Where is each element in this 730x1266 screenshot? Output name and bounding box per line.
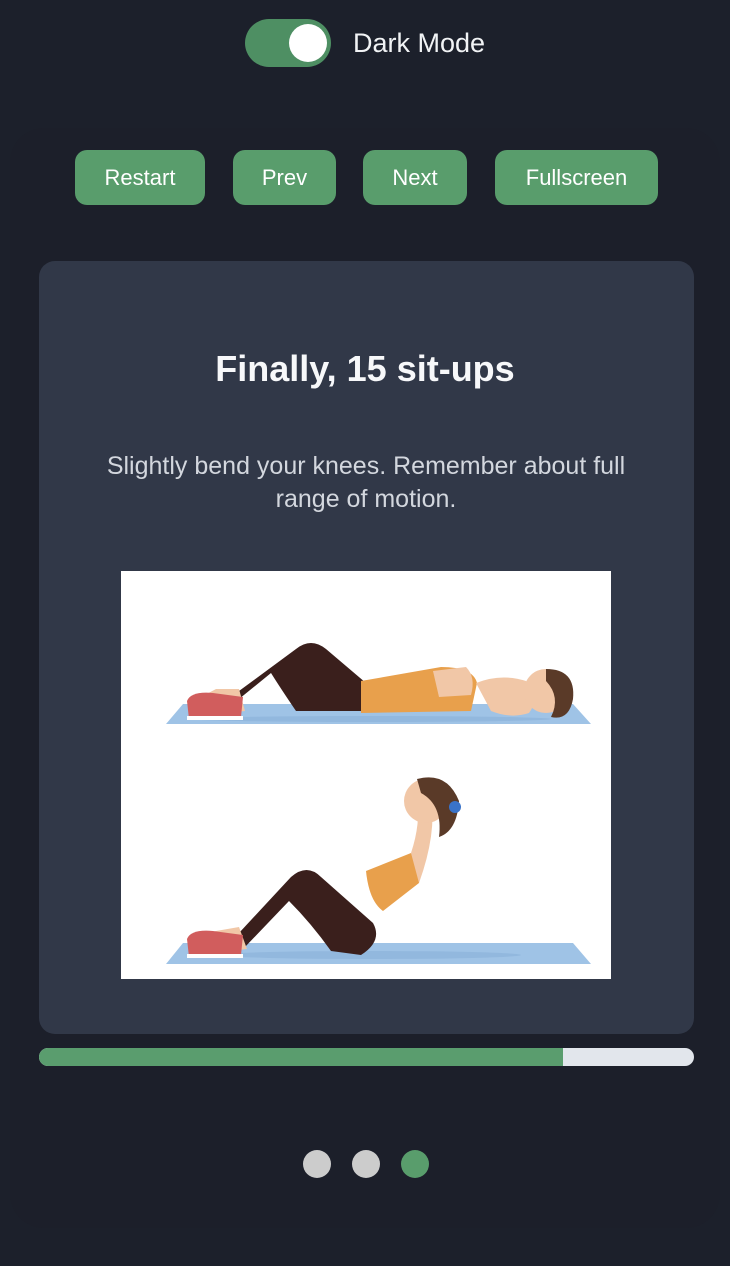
restart-button[interactable]: Restart xyxy=(75,150,205,205)
pagination-dot-3[interactable] xyxy=(401,1150,429,1178)
fullscreen-button[interactable]: Fullscreen xyxy=(495,150,658,205)
app-background: Dark Mode Restart Prev Next Fullscreen F… xyxy=(0,0,730,1266)
exercise-title: Finally, 15 sit-ups xyxy=(215,348,515,389)
progress-fill xyxy=(39,1048,563,1066)
toggle-knob xyxy=(288,24,327,62)
prev-button[interactable]: Prev xyxy=(233,150,336,205)
next-button[interactable]: Next xyxy=(363,150,467,205)
exercise-description: Slightly bend your knees. Remember about… xyxy=(106,452,626,513)
progress-bar xyxy=(39,1048,694,1066)
pagination-dot-2[interactable] xyxy=(352,1150,380,1178)
dark-mode-label: Dark Mode xyxy=(352,27,486,58)
dark-mode-toggle[interactable] xyxy=(244,19,331,67)
sit-up-illustration xyxy=(166,643,591,964)
dark-mode-row: Dark Mode xyxy=(0,18,730,68)
exercise-image xyxy=(121,571,611,979)
pagination-dot-1[interactable] xyxy=(303,1150,331,1178)
